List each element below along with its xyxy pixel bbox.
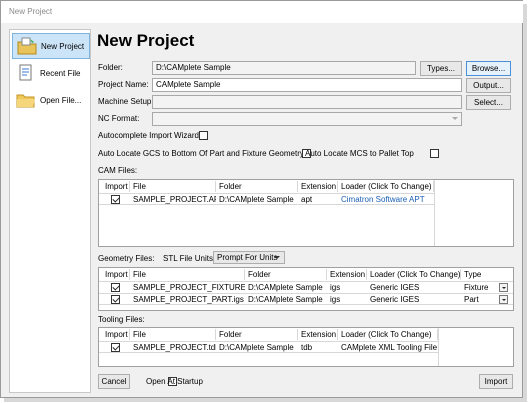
import-checkbox[interactable] xyxy=(111,195,120,204)
browse-button[interactable]: Browse... xyxy=(466,61,511,76)
folder-cell: D:\CAMplete Sample xyxy=(219,343,294,352)
column-header: File xyxy=(130,181,216,192)
sidebar-item-recent-file[interactable]: Recent File xyxy=(12,60,90,86)
column-header: Type xyxy=(464,270,482,279)
sidebar-item-label: Open File... xyxy=(40,95,82,105)
table-row[interactable]: SAMPLE_PROJECT_FIXTURE.igs D:\CAMplete S… xyxy=(99,281,513,293)
chevron-down-icon xyxy=(274,256,280,259)
loader-cell[interactable]: Generic IGES xyxy=(367,294,461,305)
file-cell: SAMPLE_PROJECT_FIXTURE.igs xyxy=(133,283,245,292)
cancel-button[interactable]: Cancel xyxy=(98,374,130,389)
tooling-files-title: Tooling Files: xyxy=(98,315,145,324)
geometry-files-table: Import File Folder Extension Loader (Cli… xyxy=(98,267,514,311)
column-header: Folder xyxy=(216,329,298,340)
folder-icon xyxy=(16,91,36,109)
auto-mcs-label: Auto Locate MCS to Pallet Top xyxy=(305,149,414,158)
import-checkbox[interactable] xyxy=(111,343,120,352)
file-cell: SAMPLE_PROJECT.tdb xyxy=(133,343,216,352)
file-cell: SAMPLE_PROJECT_PART.igs xyxy=(133,295,244,304)
auto-mcs-checkbox[interactable] xyxy=(430,149,440,158)
sidebar-item-open-file[interactable]: Open File... xyxy=(12,87,90,113)
sidebar-item-label: Recent File xyxy=(40,68,81,78)
autocomplete-label: Autocomplete Import Wizard xyxy=(98,131,199,140)
project-name-label: Project Name: xyxy=(98,80,149,89)
type-dropdown[interactable] xyxy=(499,295,508,304)
loader-cell[interactable]: Cimatron Software APT xyxy=(338,194,434,205)
import-checkbox[interactable] xyxy=(111,295,120,304)
column-header: Folder xyxy=(216,181,298,192)
extension-cell: igs xyxy=(330,295,341,304)
loader-cell[interactable]: CAMplete XML Tooling File xyxy=(338,342,438,353)
window-shadow-bottom xyxy=(4,398,527,402)
auto-gcs-label: Auto Locate GCS to Bottom Of Part and Fi… xyxy=(98,149,304,158)
nc-format-select[interactable] xyxy=(152,112,462,126)
table-row[interactable]: SAMPLE_PROJECT.APT D:\CAMplete Sample ap… xyxy=(99,193,434,205)
folder-cell: D:\CAMplete Sample xyxy=(248,283,323,292)
folder-cell: D:\CAMplete Sample xyxy=(219,195,294,204)
page-title: New Project xyxy=(97,31,195,50)
tooling-files-table: Import File Folder Extension Loader (Cli… xyxy=(98,327,514,367)
geometry-files-title: Geometry Files: xyxy=(98,254,155,263)
autocomplete-checkbox[interactable] xyxy=(199,131,208,140)
column-header[interactable]: Loader (Click To Change) xyxy=(338,329,438,340)
open-at-startup-label: Open At Startup xyxy=(146,377,203,386)
sidebar-item-new-project[interactable]: New Project xyxy=(12,33,90,59)
column-header: Folder xyxy=(245,269,327,280)
folder-label: Folder: xyxy=(98,63,123,72)
sidebar-item-label: New Project xyxy=(41,41,85,51)
column-header: File xyxy=(130,269,245,280)
type-dropdown[interactable] xyxy=(499,283,508,292)
column-header[interactable]: Loader (Click To Change) xyxy=(367,269,461,280)
file-cell: SAMPLE_PROJECT.APT xyxy=(133,195,216,204)
output-button[interactable]: Output... xyxy=(466,78,511,93)
title-bar: New Project xyxy=(1,1,523,23)
chevron-down-icon xyxy=(452,117,458,120)
table-row[interactable]: SAMPLE_PROJECT_PART.igs D:\CAMplete Samp… xyxy=(99,293,513,305)
stl-units-select[interactable]: Prompt For Units xyxy=(213,251,285,264)
extension-cell: igs xyxy=(330,283,341,292)
type-cell: Part xyxy=(464,295,479,304)
sidebar: New Project Recent File Open File... xyxy=(9,29,91,393)
column-header: Extension xyxy=(298,181,338,192)
types-button[interactable]: Types... xyxy=(420,61,462,76)
column-header: Extension xyxy=(298,329,338,340)
column-divider xyxy=(434,180,435,246)
column-header: File xyxy=(130,329,216,340)
project-name-input[interactable]: CAMplete Sample xyxy=(152,78,462,92)
extension-cell: apt xyxy=(301,195,313,204)
column-header: Extension xyxy=(327,269,367,280)
folder-cell: D:\CAMplete Sample xyxy=(248,295,323,304)
stl-units-label: STL File Units: xyxy=(163,254,216,263)
import-button[interactable]: Import xyxy=(479,374,513,389)
loader-cell[interactable]: Generic IGES xyxy=(367,282,461,293)
column-header: Import xyxy=(102,269,130,280)
nc-format-label: NC Format: xyxy=(98,114,140,123)
dialog-window: New Project New Project Recent File Open… xyxy=(0,0,523,398)
column-header: Import xyxy=(102,329,130,340)
machine-setup-label: Machine Setup: xyxy=(98,97,154,106)
import-checkbox[interactable] xyxy=(111,283,120,292)
recent-file-icon xyxy=(16,64,36,82)
extension-cell: tdb xyxy=(301,343,313,352)
select-button[interactable]: Select... xyxy=(466,95,511,110)
cam-files-title: CAM Files: xyxy=(98,166,138,175)
machine-setup-field[interactable] xyxy=(152,95,462,109)
window-shadow xyxy=(523,4,527,400)
column-header[interactable]: Loader (Click To Change) xyxy=(338,181,434,192)
cam-files-table: Import File Folder Extension Loader (Cli… xyxy=(98,179,514,247)
table-row[interactable]: SAMPLE_PROJECT.tdb D:\CAMplete Sample td… xyxy=(99,341,438,353)
type-cell: Fixture xyxy=(464,283,489,292)
column-header: Import xyxy=(102,181,130,192)
folder-field[interactable]: D:\CAMplete Sample xyxy=(152,61,416,75)
column-divider xyxy=(438,328,439,366)
new-project-icon xyxy=(17,37,37,55)
